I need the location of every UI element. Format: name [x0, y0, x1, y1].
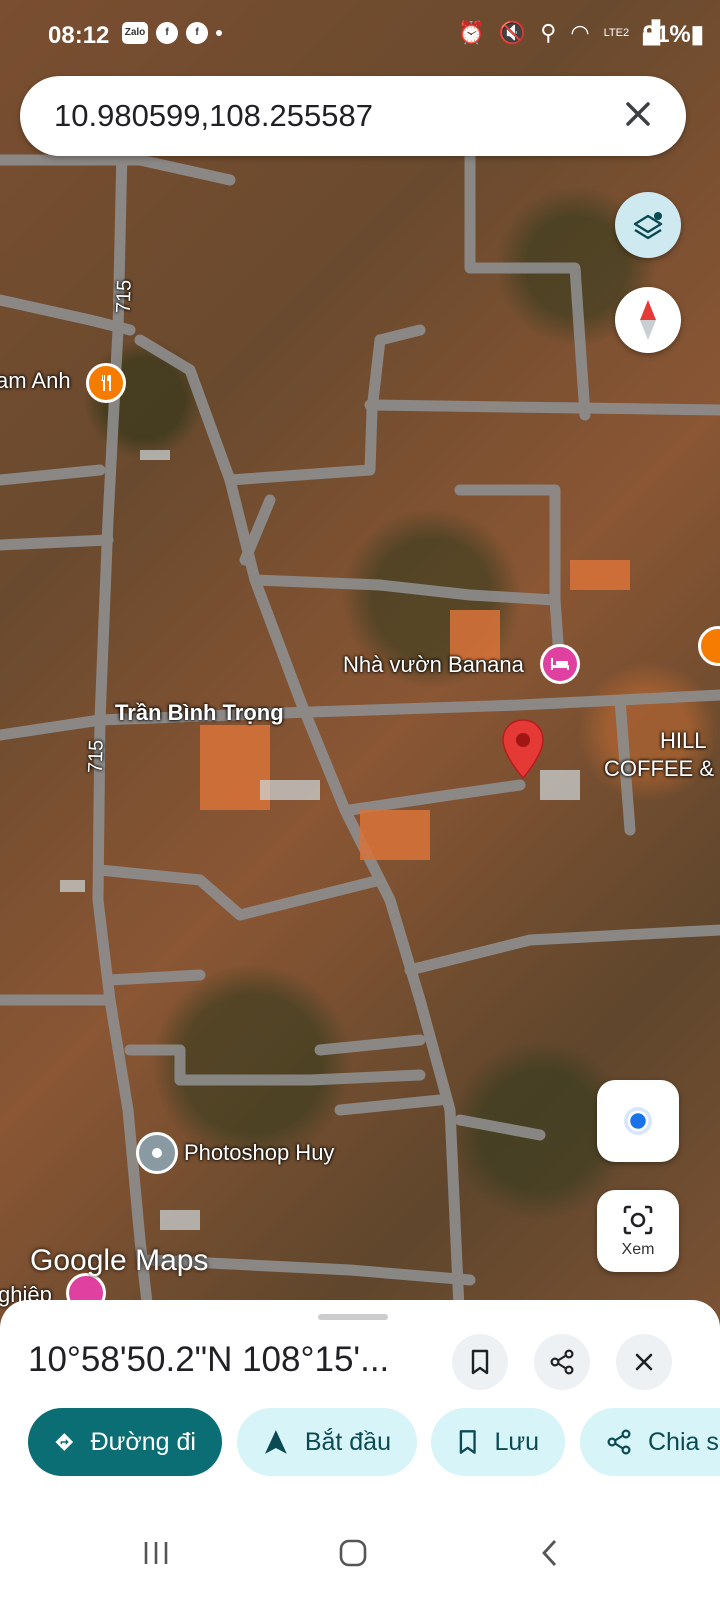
status-time: 08:12: [48, 22, 110, 49]
restaurant-icon[interactable]: [86, 363, 126, 403]
close-icon: [626, 102, 650, 126]
save-label: Lưu: [494, 1427, 539, 1456]
battery-level: 91%▮: [642, 21, 704, 48]
mute-icon: 🔇: [498, 20, 527, 45]
clear-search-button[interactable]: [616, 92, 660, 136]
poi-label[interactable]: am Anh: [0, 368, 71, 394]
close-sheet-button[interactable]: [616, 1334, 672, 1390]
recents-button[interactable]: [142, 1538, 170, 1573]
network-label: LTE2: [603, 27, 630, 39]
system-nav-bar: [0, 1520, 720, 1600]
location-icon: ⚲: [540, 20, 557, 45]
start-label: Bắt đầu: [304, 1427, 391, 1456]
camera-lens-icon: [623, 1205, 653, 1235]
facebook-icon: f: [156, 22, 178, 44]
poi-label-hill[interactable]: HILL: [660, 728, 706, 754]
bookmark-button[interactable]: [452, 1334, 508, 1390]
location-pin-icon[interactable]: [500, 718, 546, 782]
share-button[interactable]: [534, 1334, 590, 1390]
wifi-icon: ◠: [570, 20, 590, 45]
my-location-icon: [624, 1107, 652, 1135]
road-715-label: 715: [112, 279, 136, 314]
share-label: Chia s: [648, 1427, 719, 1456]
hotel-icon[interactable]: [540, 644, 580, 684]
navigation-arrow-icon: [264, 1430, 287, 1454]
zalo-icon: Zalo: [122, 22, 148, 44]
poi-label-hill-coffee[interactable]: COFFEE &: [604, 756, 714, 782]
drag-handle[interactable]: [318, 1314, 388, 1320]
alarm-icon: ⏰: [457, 20, 485, 45]
share-icon: [607, 1429, 631, 1455]
place-pin-icon[interactable]: [136, 1132, 178, 1174]
notification-icons: Zalo f f: [122, 22, 222, 44]
back-button[interactable]: [540, 1538, 560, 1573]
coordinates-title: 10°58'50.2"N 108°15'...: [28, 1340, 390, 1379]
home-icon: [339, 1539, 367, 1567]
layers-icon: [633, 212, 663, 240]
share-chip-button[interactable]: Chia s: [580, 1408, 720, 1476]
lens-label: Xem: [621, 1241, 655, 1258]
dot-icon: [216, 30, 222, 36]
recents-icon: [144, 1542, 168, 1564]
street-label: Trần Bình Trọng: [115, 700, 284, 725]
poi-label-photoshop[interactable]: Photoshop Huy: [184, 1140, 334, 1166]
directions-label: Đường đi: [90, 1427, 196, 1456]
status-bar: 08:12 Zalo f f ⏰ 🔇 ⚲ ◠ LTE2 ▟ 91%▮: [0, 0, 720, 70]
google-maps-watermark: Google Maps: [30, 1244, 209, 1277]
back-icon: [542, 1540, 557, 1566]
lens-view-button[interactable]: Xem: [597, 1190, 679, 1272]
facebook-icon: f: [186, 22, 208, 44]
share-icon: [550, 1349, 574, 1375]
directions-icon: [55, 1433, 74, 1451]
system-icons: ⏰ 🔇 ⚲ ◠ LTE2 ▟: [457, 20, 660, 46]
layers-button[interactable]: [615, 192, 681, 258]
search-bar[interactable]: 10.980599,108.255587: [20, 76, 686, 156]
close-icon: [635, 1353, 653, 1371]
compass-icon: [640, 300, 656, 340]
my-location-button[interactable]: [597, 1080, 679, 1162]
compass-button[interactable]: [615, 287, 681, 353]
bookmark-icon: [459, 1430, 476, 1454]
road-715-label: 715: [84, 739, 108, 774]
start-button[interactable]: Bắt đầu: [237, 1408, 417, 1476]
home-button[interactable]: [338, 1538, 368, 1573]
directions-button[interactable]: Đường đi: [28, 1408, 222, 1476]
save-button[interactable]: Lưu: [431, 1408, 565, 1476]
poi-label-banana[interactable]: Nhà vườn Banana: [343, 652, 524, 678]
search-query[interactable]: 10.980599,108.255587: [54, 98, 373, 134]
bookmark-icon: [471, 1349, 489, 1375]
